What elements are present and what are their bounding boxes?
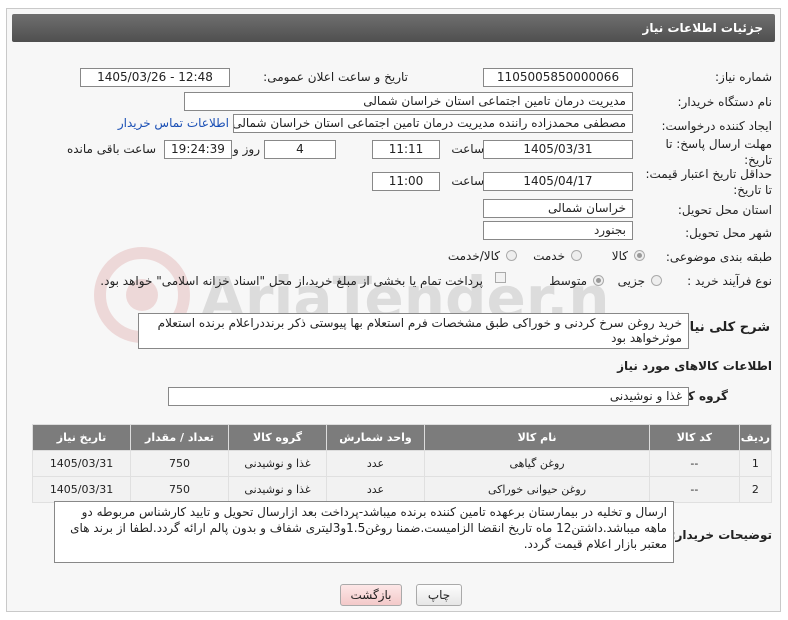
- col-name-header: نام کالا: [423, 424, 651, 451]
- cell-group: غذا و نوشیدنی: [228, 450, 327, 477]
- table-header-row: ردیف کد کالا نام کالا واحد شمارش گروه کا…: [31, 424, 773, 451]
- category-radio-service[interactable]: [571, 250, 582, 261]
- category-option-goods: کالا: [611, 249, 628, 263]
- province-field: خراسان شمالی: [483, 199, 633, 218]
- contact-info-link[interactable]: اطلاعات تماس خریدار: [118, 116, 229, 130]
- process-label: نوع فرآیند خرید :: [687, 274, 772, 288]
- cell-name: روغن گیاهی: [423, 450, 651, 477]
- category-radio-goods[interactable]: [634, 250, 645, 261]
- days-label: روز و: [233, 142, 260, 156]
- days-field: 4: [264, 140, 336, 159]
- process-radio-medium[interactable]: [593, 275, 604, 286]
- payment-note: پرداخت تمام یا بخشی از مبلغ خرید،از محل …: [100, 274, 483, 288]
- table-row[interactable]: 1 -- روغن گیاهی عدد غذا و نوشیدنی 750 14…: [31, 450, 773, 477]
- announce-label: تاریخ و ساعت اعلان عمومی:: [263, 70, 408, 84]
- price-time-field: 11:00: [372, 172, 440, 191]
- items-table: ردیف کد کالا نام کالا واحد شمارش گروه کا…: [31, 424, 773, 503]
- title-bar: جزئیات اطلاعات نیاز: [12, 14, 775, 42]
- cell-unit: عدد: [325, 476, 425, 503]
- cell-qty: 750: [130, 450, 230, 477]
- description-label: شرح کلی نیاز:: [676, 320, 770, 335]
- reply-time-label: ساعت: [451, 142, 484, 156]
- col-row-header: ردیف: [738, 424, 773, 451]
- buyer-org-label: نام دستگاه خریدار:: [677, 95, 773, 109]
- category-option-goods-service: کالا/خدمت: [447, 249, 500, 263]
- col-unit-header: واحد شمارش: [325, 424, 425, 451]
- cell-code: --: [649, 476, 740, 503]
- cell-unit: عدد: [325, 450, 425, 477]
- reply-date-field: 1405/03/31: [483, 140, 633, 159]
- goods-group-field: غذا و نوشیدنی: [168, 387, 689, 406]
- buyer-notes-label: توضیحات خریدار:: [670, 528, 772, 542]
- remaining-time-field: 19:24:39: [164, 140, 232, 159]
- treasury-checkbox[interactable]: [495, 272, 506, 283]
- reply-time-field: 11:11: [372, 140, 440, 159]
- process-radio-minor[interactable]: [651, 275, 662, 286]
- col-date-header: تاریخ نیاز: [31, 424, 132, 451]
- category-label: طبقه بندی موضوعی:: [665, 250, 772, 264]
- reply-deadline-label: مهلت ارسال پاسخ: تا تاریخ:: [665, 137, 772, 167]
- table-row[interactable]: 2 -- روغن حیوانی خوراکی عدد غذا و نوشیدن…: [31, 476, 773, 503]
- category-radio-goods-service[interactable]: [506, 250, 517, 261]
- creator-label: ایجاد کننده درخواست:: [661, 119, 772, 133]
- cell-code: --: [649, 450, 740, 477]
- price-time-label: ساعت: [451, 174, 484, 188]
- col-qty-header: تعداد / مقدار: [130, 424, 230, 451]
- description-text: خرید روغن سرخ کردنی و خوراکی طبق مشخصات …: [138, 313, 689, 349]
- cell-date: 1405/03/31: [31, 450, 132, 477]
- cell-date: 1405/03/31: [31, 476, 132, 503]
- print-button[interactable]: چاپ: [416, 584, 462, 606]
- cell-name: روغن حیوانی خوراکی: [423, 476, 651, 503]
- buyer-org-field: مدیریت درمان تامین اجتماعی استان خراسان …: [184, 92, 633, 111]
- process-option-medium: متوسط: [549, 274, 587, 288]
- back-button[interactable]: بازگشت: [340, 584, 402, 606]
- cell-row: 2: [738, 476, 773, 503]
- city-field: بجنورد: [483, 221, 633, 240]
- creator-field: مصطفی محمدزاده راننده مدیریت درمان تامین…: [233, 114, 633, 133]
- cell-qty: 750: [130, 476, 230, 503]
- process-option-minor: جزیی: [617, 274, 645, 288]
- goods-info-heading: اطلاعات کالاهای مورد نیاز: [617, 359, 772, 373]
- price-date-field: 1405/04/17: [483, 172, 633, 191]
- category-option-service: خدمت: [533, 249, 565, 263]
- price-validity-label: حداقل تاریخ اعتبار قیمت: تا تاریخ:: [645, 167, 772, 197]
- col-group-header: گروه کالا: [228, 424, 327, 451]
- buyer-notes-text: ارسال و تخلیه در بیمارستان برعهده تامین …: [54, 501, 674, 563]
- announce-field: 1405/03/26 - 12:48: [80, 68, 230, 87]
- col-code-header: کد کالا: [649, 424, 740, 451]
- need-number-field: 1105005850000066: [483, 68, 633, 87]
- page-title: جزئیات اطلاعات نیاز: [642, 21, 763, 35]
- cell-row: 1: [738, 450, 773, 477]
- need-number-label: شماره نیاز:: [715, 70, 772, 84]
- cell-group: غذا و نوشیدنی: [228, 476, 327, 503]
- city-label: شهر محل تحویل:: [685, 226, 772, 240]
- remaining-label: ساعت باقی مانده: [66, 142, 156, 156]
- province-label: استان محل تحویل:: [677, 203, 772, 217]
